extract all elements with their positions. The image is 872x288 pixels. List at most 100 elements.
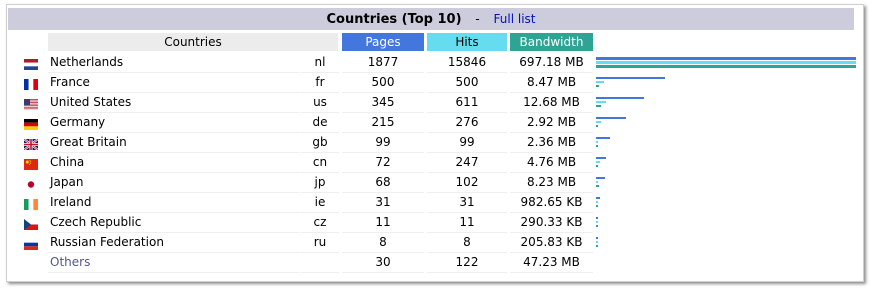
pages-bar — [596, 157, 606, 159]
table-row: China cn 72 247 4.76 MB — [16, 153, 858, 173]
bandwidth-value: 205.83 KB — [510, 233, 593, 253]
country-name: Germany — [48, 113, 300, 133]
bandwidth-value: 8.23 MB — [510, 173, 593, 193]
column-header-pages: Pages — [342, 33, 424, 51]
country-code: jp — [301, 173, 339, 193]
table-row: Great Britain gb 99 99 2.36 MB — [16, 133, 858, 153]
pages-value: 8 — [342, 233, 424, 253]
bandwidth-value: 2.36 MB — [510, 133, 593, 153]
country-code: us — [301, 93, 339, 113]
flag-cell — [16, 233, 44, 252]
panel-title-bar: Countries (Top 10) - Full list — [8, 8, 854, 30]
flag-cell — [16, 193, 44, 212]
flag-jp-icon — [24, 177, 38, 190]
bandwidth-bar — [596, 185, 599, 187]
hits-bar — [596, 101, 606, 103]
column-header-bandwidth: Bandwidth — [510, 33, 593, 51]
hits-bar — [596, 141, 598, 143]
pages-bar — [596, 217, 598, 219]
usage-bars — [596, 233, 858, 252]
flag-cell — [16, 173, 44, 192]
table-row: France fr 500 500 8.47 MB — [16, 73, 858, 93]
pages-value: 215 — [342, 113, 424, 133]
pages-value: 30 — [342, 253, 424, 273]
flag-fr-icon — [24, 77, 38, 90]
flag-cell — [16, 213, 44, 232]
pages-value: 68 — [342, 173, 424, 193]
title-separator: - — [475, 12, 480, 26]
table-row: Germany de 215 276 2.92 MB — [16, 113, 858, 133]
pages-bar — [596, 137, 610, 139]
country-code: ru — [301, 233, 339, 253]
table-row: Ireland ie 31 31 982.65 KB — [16, 193, 858, 213]
country-name: United States — [48, 93, 300, 113]
pages-value: 345 — [342, 93, 424, 113]
hits-value: 276 — [427, 113, 507, 133]
bandwidth-bar — [596, 145, 598, 147]
hits-bar — [596, 221, 598, 223]
bandwidth-value: 2.92 MB — [510, 113, 593, 133]
full-list-link[interactable]: Full list — [494, 12, 536, 26]
column-header-hits: Hits — [427, 33, 507, 51]
flag-cn-icon — [24, 157, 38, 170]
hits-value: 99 — [427, 133, 507, 153]
country-code: ie — [301, 193, 339, 213]
table-row-others: Others 30 122 47.23 MB — [16, 253, 856, 273]
pages-bar — [596, 97, 644, 99]
bandwidth-value: 12.68 MB — [510, 93, 593, 113]
bandwidth-bar — [596, 65, 856, 68]
country-name: Great Britain — [48, 133, 300, 153]
usage-bars — [596, 113, 858, 132]
hits-value: 500 — [427, 73, 507, 93]
pages-bar — [596, 77, 665, 79]
flag-cell — [16, 153, 44, 172]
pages-bar — [596, 197, 600, 199]
usage-bars — [596, 133, 858, 152]
country-name: Czech Republic — [48, 213, 300, 233]
hits-value: 31 — [427, 193, 507, 213]
country-name: Russian Federation — [48, 233, 300, 253]
pages-bar — [596, 237, 598, 239]
hits-value: 11 — [427, 213, 507, 233]
hits-bar — [596, 201, 598, 203]
flag-us-icon — [24, 97, 38, 110]
hits-bar — [596, 121, 601, 123]
flag-ie-icon — [24, 197, 38, 210]
country-name: China — [48, 153, 300, 173]
country-code: de — [301, 113, 339, 133]
pages-value: 11 — [342, 213, 424, 233]
bandwidth-bar — [596, 245, 598, 247]
flag-nl-icon — [24, 57, 38, 70]
pages-bar — [596, 117, 626, 119]
bandwidth-bar — [596, 85, 599, 87]
bandwidth-bar — [596, 105, 601, 107]
hits-value: 122 — [427, 253, 507, 273]
bandwidth-bar — [596, 225, 598, 227]
usage-bars — [596, 93, 858, 112]
pages-value: 99 — [342, 133, 424, 153]
country-name: France — [48, 73, 300, 93]
hits-bar — [596, 241, 598, 243]
bandwidth-value: 47.23 MB — [510, 253, 593, 273]
flag-cell — [16, 253, 44, 272]
flag-ru-icon — [24, 237, 38, 250]
column-header-countries: Countries — [48, 33, 338, 51]
bandwidth-value: 4.76 MB — [510, 153, 593, 173]
country-code: gb — [301, 133, 339, 153]
country-code: cn — [301, 153, 339, 173]
table-row: Czech Republic cz 11 11 290.33 KB — [16, 213, 858, 233]
country-code — [301, 253, 339, 273]
country-name: Netherlands — [48, 53, 300, 73]
hits-value: 247 — [427, 153, 507, 173]
country-code: nl — [301, 53, 339, 73]
flag-gb-icon — [23, 137, 39, 151]
bandwidth-value: 8.47 MB — [510, 73, 593, 93]
flag-cell — [16, 93, 44, 112]
bandwidth-bar — [596, 165, 598, 167]
country-name: Ireland — [48, 193, 300, 213]
flag-cell — [16, 73, 44, 92]
hits-bar — [596, 81, 604, 83]
hits-bar — [596, 61, 856, 64]
usage-bars — [596, 213, 858, 232]
hits-value: 611 — [427, 93, 507, 113]
